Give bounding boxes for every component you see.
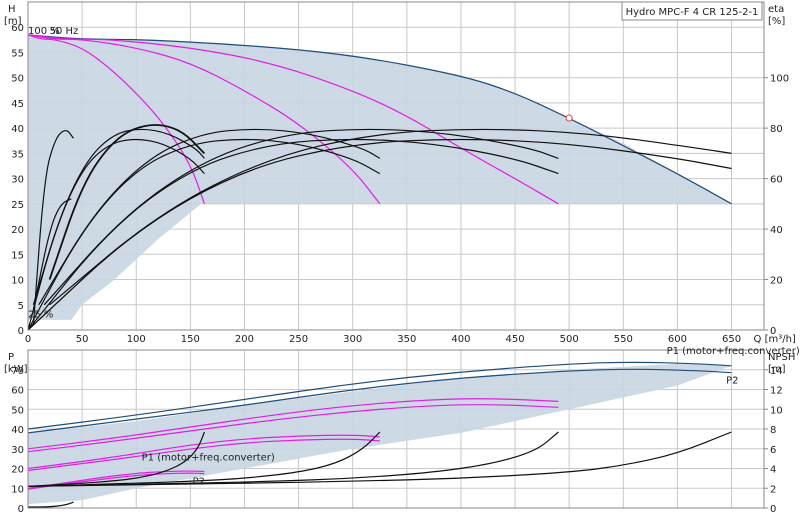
x-tick-label: 550 (614, 334, 633, 345)
pump-performance-chart: 051015202530354045505560020406080100H[m]… (0, 0, 800, 520)
y-tick-label: 15 (11, 250, 24, 261)
x-tick-label: 100 (127, 334, 146, 345)
annotation-label: 25 % (28, 309, 53, 320)
y-axis-unit: [kW] (4, 364, 28, 375)
x-tick-label: 50 (76, 334, 89, 345)
annotation-label: P1 (motor+freq.converter) (142, 453, 275, 464)
annotation-label: P2 (726, 376, 738, 387)
y2-tick-label: 0 (770, 504, 776, 515)
y-tick-label: 30 (11, 445, 24, 456)
y2-tick-label: 10 (770, 405, 783, 416)
y2-tick-label: 40 (770, 225, 783, 236)
y-tick-label: 10 (11, 484, 24, 495)
y2-tick-label: 8 (770, 425, 776, 436)
y-tick-label: 55 (11, 48, 24, 59)
chart-title: Hydro MPC-F 4 CR 125-2-1 (626, 7, 759, 18)
y-tick-label: 60 (11, 386, 24, 397)
y-axis-label: P (8, 352, 14, 363)
y2-axis-unit: [m] (768, 364, 786, 375)
y-axis-label: H (8, 4, 16, 15)
y-tick-label: 0 (18, 326, 24, 337)
x-axis-label: Q [m³/h] (754, 334, 796, 345)
y2-tick-label: 80 (770, 124, 783, 135)
y2-tick-label: 6 (770, 445, 776, 456)
y-tick-label: 25 (11, 200, 24, 211)
x-tick-label: 150 (181, 334, 200, 345)
y-tick-label: 10 (11, 276, 24, 287)
y-tick-label: 20 (11, 225, 24, 236)
y2-tick-label: 4 (770, 465, 776, 476)
operating-point-marker (565, 114, 573, 122)
x-tick-label: 200 (235, 334, 254, 345)
x-tick-label: 250 (289, 334, 308, 345)
y-tick-label: 45 (11, 99, 24, 110)
y2-tick-label: 20 (770, 276, 783, 287)
x-tick-label: 350 (397, 334, 416, 345)
y2-tick-label: 60 (770, 175, 783, 186)
x-tick-label: 0 (25, 334, 31, 345)
y-tick-label: 30 (11, 175, 24, 186)
y2-tick-label: 100 (770, 74, 789, 85)
x-tick-label: 450 (506, 334, 525, 345)
x-tick-label: 400 (451, 334, 470, 345)
x-tick-label: 600 (668, 334, 687, 345)
x-tick-label: 650 (722, 334, 741, 345)
x-tick-label: 300 (343, 334, 362, 345)
y-tick-label: 50 (11, 405, 24, 416)
annotation-label: P2 (193, 476, 205, 487)
y-tick-label: 20 (11, 465, 24, 476)
y2-tick-label: 12 (770, 386, 783, 397)
y-tick-label: 40 (11, 425, 24, 436)
y2-axis-label: eta (768, 4, 784, 15)
y-tick-label: 5 (18, 301, 24, 312)
x-tick-label: 500 (560, 334, 579, 345)
y-tick-label: 35 (11, 149, 24, 160)
y-tick-label: 50 (11, 74, 24, 85)
y-tick-label: 0 (18, 504, 24, 515)
annotation-label: 50 Hz (50, 26, 79, 37)
annotation-label: P1 (motor+freq.converter) (667, 346, 800, 357)
y-tick-label: 40 (11, 124, 24, 135)
y2-tick-label: 2 (770, 484, 776, 495)
y-axis-unit: [m] (4, 16, 22, 27)
y2-axis-unit: [%] (768, 16, 785, 27)
